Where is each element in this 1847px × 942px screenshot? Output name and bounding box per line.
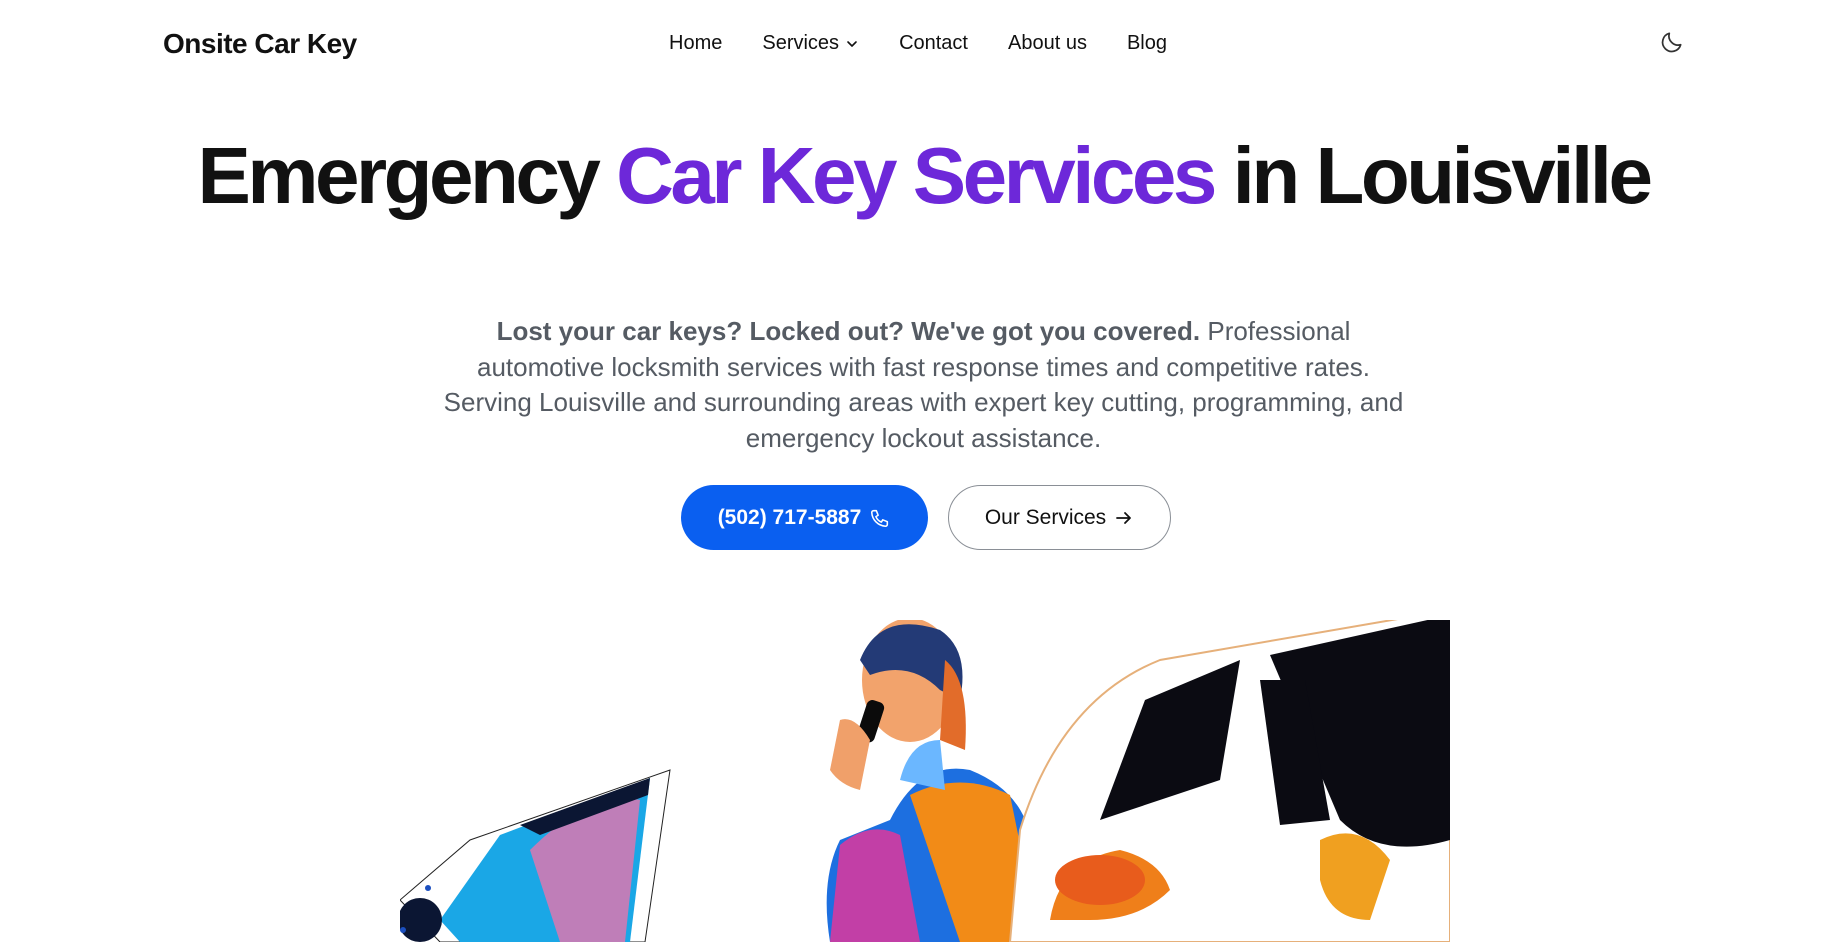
our-services-button[interactable]: Our Services [948, 485, 1171, 550]
call-phone-button-label: (502) 717-5887 [717, 505, 862, 529]
hero-illustration [385, 565, 1451, 942]
nav-item-home[interactable]: Home [669, 32, 722, 55]
call-phone-button[interactable]: (502) 717-5887 [681, 485, 928, 550]
theme-toggle-button[interactable] [1658, 30, 1686, 58]
nav-item-label: Home [669, 32, 723, 54]
nav-item-contact[interactable]: Contact [899, 32, 968, 55]
brand-logo[interactable]: Onsite Car Key [163, 28, 357, 60]
hero-title-part2: in Louisville [1213, 131, 1653, 220]
nav-item-label: Contact [899, 32, 968, 54]
nav-item-about-us[interactable]: About us [1008, 32, 1087, 55]
person-on-phone [826, 618, 1040, 942]
hero-title-accent: Car Key Services [616, 131, 1217, 220]
nav-item-label: Services [762, 32, 840, 54]
arrow-right-icon [1114, 508, 1134, 528]
nav-item-label: Blog [1126, 32, 1167, 54]
nav-item-services[interactable]: Services [762, 32, 859, 55]
page: Onsite Car Key Home Services Contact Abo… [0, 0, 1847, 942]
hero-title-part1: Emergency [197, 131, 617, 220]
hero-subtitle-bold: Lost your car keys? Locked out? We've go… [496, 316, 1201, 346]
hero-title: Emergency Car Key Services in Louisville [0, 136, 1847, 216]
nav-item-blog[interactable]: Blog [1127, 32, 1167, 55]
moon-icon [1659, 29, 1685, 60]
our-services-button-label: Our Services [984, 505, 1107, 529]
main-nav: Home Services Contact About us Blog [669, 32, 1167, 55]
car-window-left [385, 769, 671, 942]
phone-icon [869, 507, 891, 529]
site-header: Onsite Car Key Home Services Contact Abo… [0, 0, 1847, 90]
hero-subtitle: Lost your car keys? Locked out? We've go… [440, 314, 1407, 456]
nav-item-label: About us [1008, 32, 1087, 54]
car-right [971, 565, 1451, 942]
chevron-down-icon [845, 37, 859, 51]
